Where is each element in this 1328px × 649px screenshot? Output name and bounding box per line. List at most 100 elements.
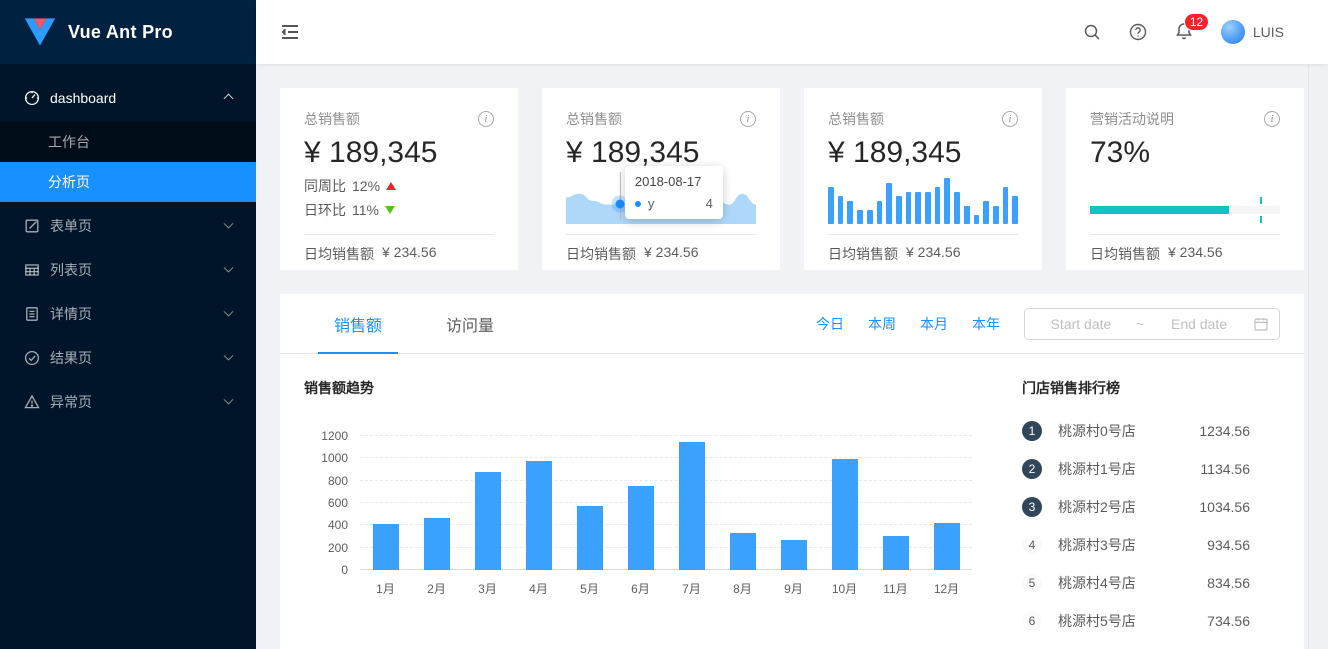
rank-badge: 5 (1022, 573, 1042, 593)
trend-down-icon (385, 206, 395, 214)
mini-bar (896, 196, 902, 224)
ranking-row: 4 桃源村3号店 934.56 (1022, 534, 1280, 556)
bar-8月 (730, 533, 756, 570)
sidebar-item-workbench[interactable]: 工作台 (0, 122, 256, 162)
chevron-down-icon (224, 218, 234, 228)
info-icon[interactable]: i (1002, 111, 1018, 127)
progress-target-marker (1260, 197, 1262, 223)
bar-7月 (679, 442, 705, 570)
menu-fold-icon[interactable] (280, 23, 300, 41)
ranking-list: 1 桃源村0号店 1234.56 2 桃源村1号店 1134.56 3 桃源村2… (1022, 420, 1280, 632)
search-icon[interactable] (1083, 23, 1101, 41)
sidebar-item-list[interactable]: 列表页 (0, 250, 256, 290)
store-ranking-section: 门店销售排行榜 1 桃源村0号店 1234.56 2 桃源村1号店 1134.5… (1022, 378, 1280, 648)
panel-header: 销售额 访问量 今日 本周 本月 本年 Start date ~ End dat… (280, 294, 1304, 354)
info-icon[interactable]: i (740, 111, 756, 127)
card-value: ¥ 189,345 (304, 134, 494, 172)
mini-bar (867, 210, 873, 224)
mini-bar (983, 201, 989, 224)
rank-badge: 6 (1022, 611, 1042, 631)
ranking-row: 1 桃源村0号店 1234.56 (1022, 420, 1280, 442)
notifications-bell[interactable]: 12 (1175, 22, 1193, 43)
stat-card-total-sales-3: 总销售额 i ¥ 189,345 日均销售额¥ 234.56 (804, 88, 1042, 270)
bar-4月 (526, 461, 552, 570)
tabs: 销售额 访问量 (318, 294, 510, 353)
bar-10月 (832, 459, 858, 570)
warning-icon (24, 394, 40, 410)
range-links: 今日 本周 本月 本年 (816, 314, 1000, 334)
mini-bar (877, 201, 883, 224)
sales-panel: 销售额 访问量 今日 本周 本月 本年 Start date ~ End dat… (280, 294, 1304, 649)
range-today[interactable]: 今日 (816, 314, 844, 334)
sidebar-item-label: dashboard (50, 90, 116, 106)
help-icon[interactable] (1129, 23, 1147, 41)
series-dot (635, 201, 641, 207)
end-date-placeholder: End date (1154, 316, 1244, 332)
mini-bar (1012, 196, 1018, 224)
card-footer: 日均销售额¥ 234.56 (304, 234, 494, 264)
sidebar-item-exception[interactable]: 异常页 (0, 382, 256, 422)
bar-12月 (934, 523, 960, 570)
info-icon[interactable]: i (1264, 111, 1280, 127)
chevron-down-icon (224, 262, 234, 272)
mini-bar (993, 206, 999, 224)
ranking-row: 3 桃源村2号店 1034.56 (1022, 496, 1280, 518)
page-content: 总销售额 i ¥ 189,345 同周比12% 日环比11% 日均销售额¥ 23… (256, 64, 1328, 649)
x-axis-labels: 1月2月3月4月5月6月7月8月9月10月11月12月 (360, 580, 972, 597)
rank-badge: 2 (1022, 459, 1042, 479)
sidebar-item-analysis[interactable]: 分析页 (0, 162, 256, 202)
vue-logo-icon (24, 17, 56, 47)
card-footer: 日均销售额¥ 234.56 (828, 234, 1018, 264)
date-range-picker[interactable]: Start date ~ End date (1024, 308, 1280, 340)
ranking-title: 门店销售排行榜 (1022, 378, 1280, 400)
card-footer: 日均销售额¥ 234.56 (566, 234, 756, 264)
bar-2月 (424, 518, 450, 570)
rank-badge: 3 (1022, 497, 1042, 517)
bar-3月 (475, 472, 501, 570)
calendar-icon (1254, 317, 1268, 331)
mini-bar (886, 183, 892, 224)
mini-bar (857, 210, 863, 224)
card-value: 73% (1090, 134, 1280, 172)
chevron-up-icon (224, 93, 234, 103)
mini-bar (935, 187, 941, 224)
bar-5月 (577, 506, 603, 570)
stat-card-total-sales-1: 总销售额 i ¥ 189,345 同周比12% 日环比11% 日均销售额¥ 23… (280, 88, 518, 270)
header-actions: 12 LUIS (1083, 20, 1284, 44)
mini-area-chart: 2018-08-17 y 4 (566, 176, 756, 224)
profile-icon (24, 306, 40, 322)
header: 12 LUIS (256, 0, 1328, 64)
bar-1月 (373, 524, 399, 570)
mini-bar (944, 178, 950, 224)
notification-badge: 12 (1184, 13, 1209, 31)
info-icon[interactable]: i (478, 111, 494, 127)
range-year[interactable]: 本年 (972, 314, 1000, 334)
form-icon (24, 218, 40, 234)
ranking-row: 5 桃源村4号店 834.56 (1022, 572, 1280, 594)
sidebar-item-form[interactable]: 表单页 (0, 206, 256, 246)
tab-sales[interactable]: 销售额 (318, 294, 398, 353)
main-column: 12 LUIS 总销售额 i ¥ 189,345 同周比12% (256, 0, 1328, 649)
stat-card-total-sales-2: 总销售额 i ¥ 189,345 2018-08-17 y (542, 88, 780, 270)
sidebar-item-result[interactable]: 结果页 (0, 338, 256, 378)
user-menu[interactable]: LUIS (1221, 20, 1284, 44)
page-scrollbar[interactable] (1308, 0, 1328, 649)
mini-bar (954, 192, 960, 224)
rank-badge: 1 (1022, 421, 1042, 441)
sidebar-item-dashboard[interactable]: dashboard (0, 78, 256, 118)
mini-bar (925, 192, 931, 224)
tab-visits[interactable]: 访问量 (430, 294, 510, 353)
mini-bar (828, 187, 834, 224)
rank-badge: 4 (1022, 535, 1042, 555)
mini-bar-chart (828, 178, 1018, 224)
sidebar-item-detail[interactable]: 详情页 (0, 294, 256, 334)
sidebar-menu: dashboard 工作台 分析页 表单页 (0, 64, 256, 422)
ranking-row: 2 桃源村1号店 1134.56 (1022, 458, 1280, 480)
logo[interactable]: Vue Ant Pro (0, 0, 256, 64)
mini-bar (915, 192, 921, 224)
chart-title: 销售额趋势 (304, 378, 982, 400)
range-month[interactable]: 本月 (920, 314, 948, 334)
trend-week: 同周比12% (304, 174, 494, 198)
table-icon (24, 262, 40, 278)
range-week[interactable]: 本周 (868, 314, 896, 334)
